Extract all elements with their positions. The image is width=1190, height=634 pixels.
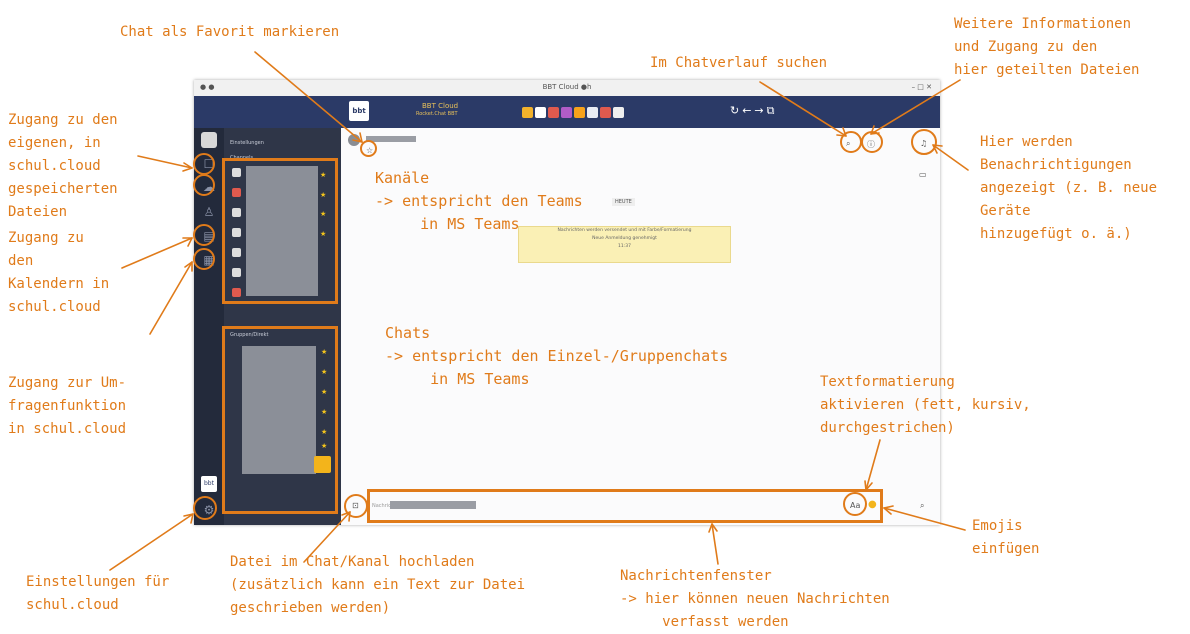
annotation-settings: Einstellungen für schul.cloud <box>26 574 170 613</box>
annotation-message-window: Nachrichtenfenster -> hier können neuen … <box>620 568 890 630</box>
annotation-files: Zugang zu den eigenen, in schul.cloud ge… <box>8 112 118 220</box>
annotation-survey: Zugang zur Um- fragenfunktion in schul.c… <box>8 375 127 437</box>
annotation-info: Weitere Informationen und Zugang zu den … <box>954 16 1140 78</box>
annotation-emojis: Emojis einfügen <box>972 518 1040 557</box>
annotation-channels: Kanäle -> entspricht den Teams in MS Tea… <box>375 169 583 233</box>
annotation-search: Im Chatverlauf suchen <box>650 55 828 71</box>
annotation-calendar: Zugang zu den Kalendern in schul.cloud <box>8 230 110 315</box>
annotation-upload: Datei im Chat/Kanal hochladen (zusätzlic… <box>230 554 526 616</box>
annotation-notifications: Hier werden Benachrichtigungen angezeigt… <box>980 134 1158 242</box>
annotation-chats: Chats -> entspricht den Einzel-/Gruppenc… <box>385 324 729 388</box>
annotation-favorite: Chat als Favorit markieren <box>120 24 340 40</box>
annotation-formatting: Textformatierung aktivieren (fett, kursi… <box>820 374 1031 436</box>
